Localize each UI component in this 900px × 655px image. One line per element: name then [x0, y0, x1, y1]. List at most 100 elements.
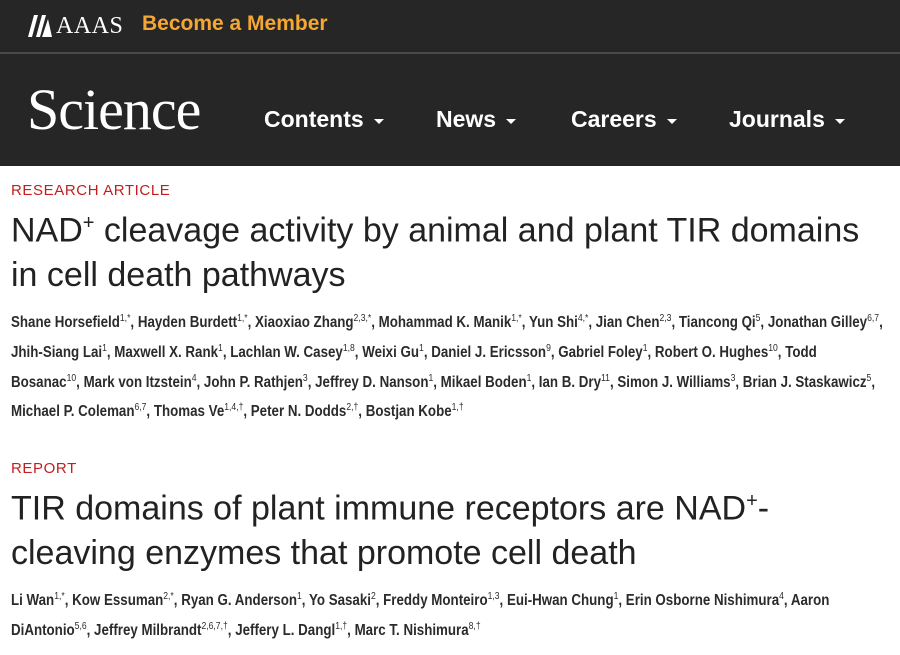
author-affiliation: 1,* — [237, 313, 248, 325]
author[interactable]: Daniel J. Ericsson9 — [431, 342, 551, 362]
author-name: Jhih-Siang Lai — [11, 344, 103, 362]
author-affiliation: 3 — [730, 372, 736, 384]
author-affiliation: 8,† — [468, 620, 481, 632]
author-name: Thomas Ve — [153, 403, 225, 421]
author[interactable]: Hayden Burdett1,* — [137, 313, 248, 332]
author-name: Bostjan Kobe — [365, 403, 452, 421]
article-2: REPORT TIR domains of plant immune recep… — [11, 460, 891, 644]
author[interactable]: Jeffery L. Dangl1,† — [235, 621, 347, 640]
author-name: Freddy Monteiro — [383, 592, 488, 610]
author-affiliation: 1 — [428, 372, 434, 384]
author-name: Hayden Burdett — [137, 314, 238, 332]
author-affiliation: 2,6,7,† — [201, 620, 228, 632]
author[interactable]: Erin Osborne Nishimura4 — [626, 591, 784, 609]
author[interactable]: Yo Sasaki2 — [308, 591, 376, 610]
nav-news[interactable]: News — [436, 106, 517, 133]
author[interactable]: Peter N. Dodds2,† — [250, 402, 359, 421]
author-affiliation: 1 — [613, 591, 619, 603]
author[interactable]: Gabriel Foley1 — [558, 343, 647, 362]
author-name: Li Wan — [11, 592, 55, 610]
author-affiliation: 1 — [419, 342, 424, 354]
author[interactable]: Jhih-Siang Lai1 — [11, 342, 107, 362]
author-name: Lachlan W. Casey — [230, 344, 343, 362]
author-affiliation: 5 — [755, 313, 761, 325]
author[interactable]: Jonathan Gilley6,7 — [767, 313, 880, 332]
author[interactable]: Mark von Itzstein4 — [84, 373, 197, 391]
nav-journals[interactable]: Journals — [729, 106, 845, 133]
author-name: Brian J. Staskawicz — [742, 373, 867, 391]
author-name: Daniel J. Ericsson — [431, 344, 547, 362]
author[interactable]: Shane Horsefield1,* — [11, 313, 130, 332]
author-name: Eui-Hwan Chung — [506, 592, 614, 610]
author-affiliation: 2 — [370, 591, 376, 603]
become-member-link[interactable]: Become a Member — [142, 12, 328, 36]
author-name: Gabriel Foley — [558, 344, 643, 362]
author-affiliation: 6,7 — [134, 402, 147, 414]
nav-careers[interactable]: Careers — [571, 106, 677, 133]
main-nav: Science Contents News Careers Journals — [0, 54, 900, 166]
author-name: Jeffrey Milbrandt — [94, 622, 202, 640]
author-affiliation: 1 — [526, 372, 532, 384]
author[interactable]: Freddy Monteiro1,3 — [383, 591, 499, 610]
author-name: Michael P. Coleman — [11, 403, 135, 421]
author[interactable]: Jeffrey D. Nanson1 — [315, 372, 434, 391]
author[interactable]: Eui-Hwan Chung1 — [506, 591, 619, 610]
title-superscript: + — [746, 490, 758, 512]
science-logo[interactable]: Science — [27, 78, 201, 142]
author[interactable]: Ryan G. Anderson1 — [181, 591, 302, 610]
author-affiliation: 2,† — [346, 402, 359, 414]
author[interactable]: Michael P. Coleman6,7 — [11, 402, 147, 421]
author-name: Shane Horsefield — [11, 314, 120, 332]
author[interactable]: Thomas Ve1,4,† — [153, 402, 244, 421]
nav-news-label: News — [436, 106, 497, 132]
author[interactable]: Marc T. Nishimura8,† — [354, 620, 481, 640]
author[interactable]: Xiaoxiao Zhang2,3,* — [255, 313, 372, 331]
author[interactable]: Jian Chen2,3 — [595, 313, 672, 332]
nav-contents[interactable]: Contents — [264, 106, 384, 133]
author[interactable]: Simon J. Williams3 — [617, 372, 736, 391]
author-name: Jeffrey D. Nanson — [315, 373, 429, 391]
author-name: John P. Rathjen — [203, 373, 303, 391]
author[interactable]: Kow Essuman2,* — [72, 591, 174, 609]
author[interactable]: Robert O. Hughes10 — [654, 342, 778, 362]
article-type-label: RESEARCH ARTICLE — [11, 182, 171, 199]
author-name: Marc T. Nishimura — [354, 622, 469, 640]
author[interactable]: John P. Rathjen3 — [203, 373, 308, 391]
author-affiliation: 10 — [768, 342, 778, 354]
author[interactable]: Lachlan W. Casey1,8 — [230, 343, 355, 362]
author-affiliation: 1 — [102, 342, 107, 354]
author[interactable]: Li Wan1,* — [11, 591, 65, 610]
article-title[interactable]: NAD+ cleavage activity by animal and pla… — [11, 201, 891, 298]
author-name: Mohammad K. Manik — [378, 314, 512, 332]
author-name: Yun Shi — [528, 314, 578, 332]
author[interactable]: Maxwell X. Rank1 — [114, 342, 223, 361]
nav-careers-label: Careers — [571, 106, 657, 132]
author[interactable]: Bostjan Kobe1,† — [365, 402, 464, 421]
author[interactable]: Ian B. Dry11 — [538, 373, 610, 391]
author-affiliation: 1,4,† — [224, 402, 244, 414]
aaas-logo[interactable]: AAAS — [28, 12, 123, 40]
author-affiliation: 4,* — [577, 313, 589, 325]
author-affiliation: 6,7 — [867, 313, 880, 325]
author-affiliation: 9 — [546, 342, 551, 354]
author-name: Robert O. Hughes — [654, 344, 769, 362]
author-name: Peter N. Dodds — [250, 403, 347, 421]
author-name: Jeffery L. Dangl — [235, 622, 336, 640]
author-affiliation: 2,3,* — [353, 313, 372, 325]
author[interactable]: Tiancong Qi5 — [679, 313, 761, 331]
author-name: Ryan G. Anderson — [181, 592, 298, 610]
author[interactable]: Mikael Boden1 — [441, 372, 532, 391]
author-name: Ian B. Dry — [538, 373, 602, 391]
author[interactable]: Jeffrey Milbrandt2,6,7,† — [94, 620, 228, 640]
author-affiliation: 5,6 — [74, 620, 87, 632]
author[interactable]: Yun Shi4,* — [528, 313, 589, 332]
author[interactable]: Weixi Gu1 — [362, 342, 424, 361]
author-name: Jian Chen — [595, 314, 660, 332]
article-title[interactable]: TIR domains of plant immune receptors ar… — [11, 479, 891, 576]
author-affiliation: 10 — [66, 372, 77, 384]
author-affiliation: 1 — [218, 342, 223, 354]
author-name: Yo Sasaki — [308, 592, 371, 610]
author[interactable]: Brian J. Staskawicz5 — [742, 373, 872, 391]
author[interactable]: Mohammad K. Manik1,* — [378, 313, 522, 332]
author-name: Jonathan Gilley — [767, 314, 868, 332]
